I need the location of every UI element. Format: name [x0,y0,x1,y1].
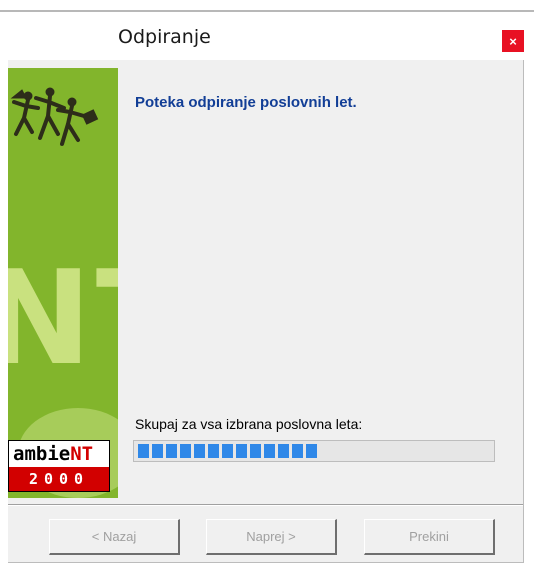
button-separator [8,504,523,506]
close-button[interactable]: × [502,30,524,52]
figure-body-1 [12,98,40,136]
progress-fill [138,444,320,458]
figure-body-2 [34,94,66,140]
running-figures-graphic [10,87,99,146]
cancel-button[interactable]: Prekini [364,519,495,555]
page-heading: Poteka odpiranje poslovnih let. [135,94,357,111]
next-button[interactable]: Naprej > [206,519,337,555]
progress-bar [133,440,495,462]
logo-prefix: ambie [13,443,71,465]
wizard-banner: NT ambieNT 2000 [8,68,118,498]
progress-label: Skupaj za vsa izbrana poslovna leta: [135,416,363,432]
dialog-window: Odpiranje × NT ambieNT [0,10,534,572]
briefcase-shape [81,109,99,125]
logo-suffix: NT [70,443,94,465]
close-icon: × [509,33,517,49]
banner-large-letters: NT [8,242,118,394]
logo-text-row: ambieNT [9,441,113,467]
window-title: Odpiranje [118,26,211,48]
logo-year: 2000 [9,467,109,491]
figure-body-3 [56,104,86,146]
title-bar[interactable]: Odpiranje × [0,10,534,62]
paper-shape [10,89,27,99]
back-button[interactable]: < Nazaj [49,519,180,555]
ambient-logo: ambieNT 2000 [8,440,110,492]
dialog-body: NT ambieNT 2000 Poteka odpiranje poslovn… [8,60,524,563]
